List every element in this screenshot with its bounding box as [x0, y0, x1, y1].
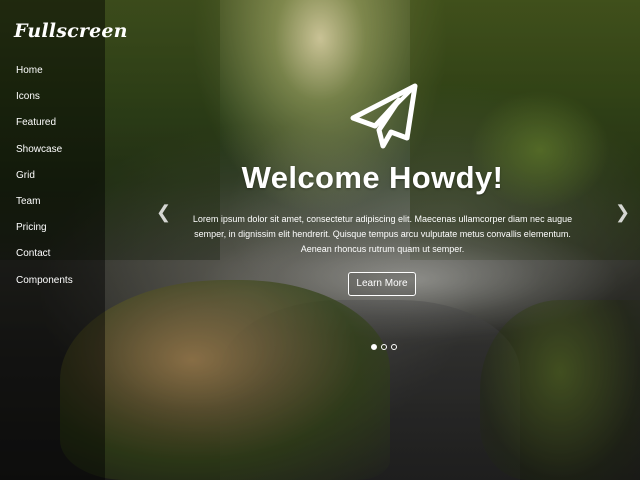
hero-description-line: semper, in dignissim elit hendrerit. Qui…	[194, 229, 571, 239]
nav-item-pricing[interactable]: Pricing	[16, 221, 73, 247]
nav-item-grid[interactable]: Grid	[16, 169, 73, 195]
hero-description-line: Aenean rhoncus rutrum quam ut semper.	[300, 244, 465, 254]
carousel-dot[interactable]	[371, 344, 377, 350]
hero-description: Lorem ipsum dolor sit amet, consectetur …	[185, 212, 580, 257]
nav-menu: Home Icons Featured Showcase Grid Team P…	[16, 64, 73, 300]
nav-item-home[interactable]: Home	[16, 64, 73, 90]
nav-item-icons[interactable]: Icons	[16, 90, 73, 116]
sidebar: Fullscreen Home Icons Featured Showcase …	[0, 0, 127, 480]
nav-item-team[interactable]: Team	[16, 195, 73, 221]
fullscreen-slider: Fullscreen Home Icons Featured Showcase …	[0, 0, 640, 480]
carousel-dot[interactable]	[381, 344, 387, 350]
nav-item-featured[interactable]: Featured	[16, 116, 73, 142]
hero-title: Welcome Howdy!	[241, 160, 504, 195]
learn-more-button[interactable]: Learn More	[348, 272, 416, 296]
paper-plane-icon	[350, 83, 418, 149]
nav-item-showcase[interactable]: Showcase	[16, 143, 73, 169]
nav-item-components[interactable]: Components	[16, 274, 73, 300]
hero-description-line: Lorem ipsum dolor sit amet, consectetur …	[192, 214, 573, 224]
hero-section: Welcome Howdy! Lorem ipsum dolor sit ame…	[105, 0, 640, 480]
carousel-dot[interactable]	[391, 344, 397, 350]
nav-item-contact[interactable]: Contact	[16, 247, 73, 273]
carousel-indicators	[371, 344, 397, 350]
